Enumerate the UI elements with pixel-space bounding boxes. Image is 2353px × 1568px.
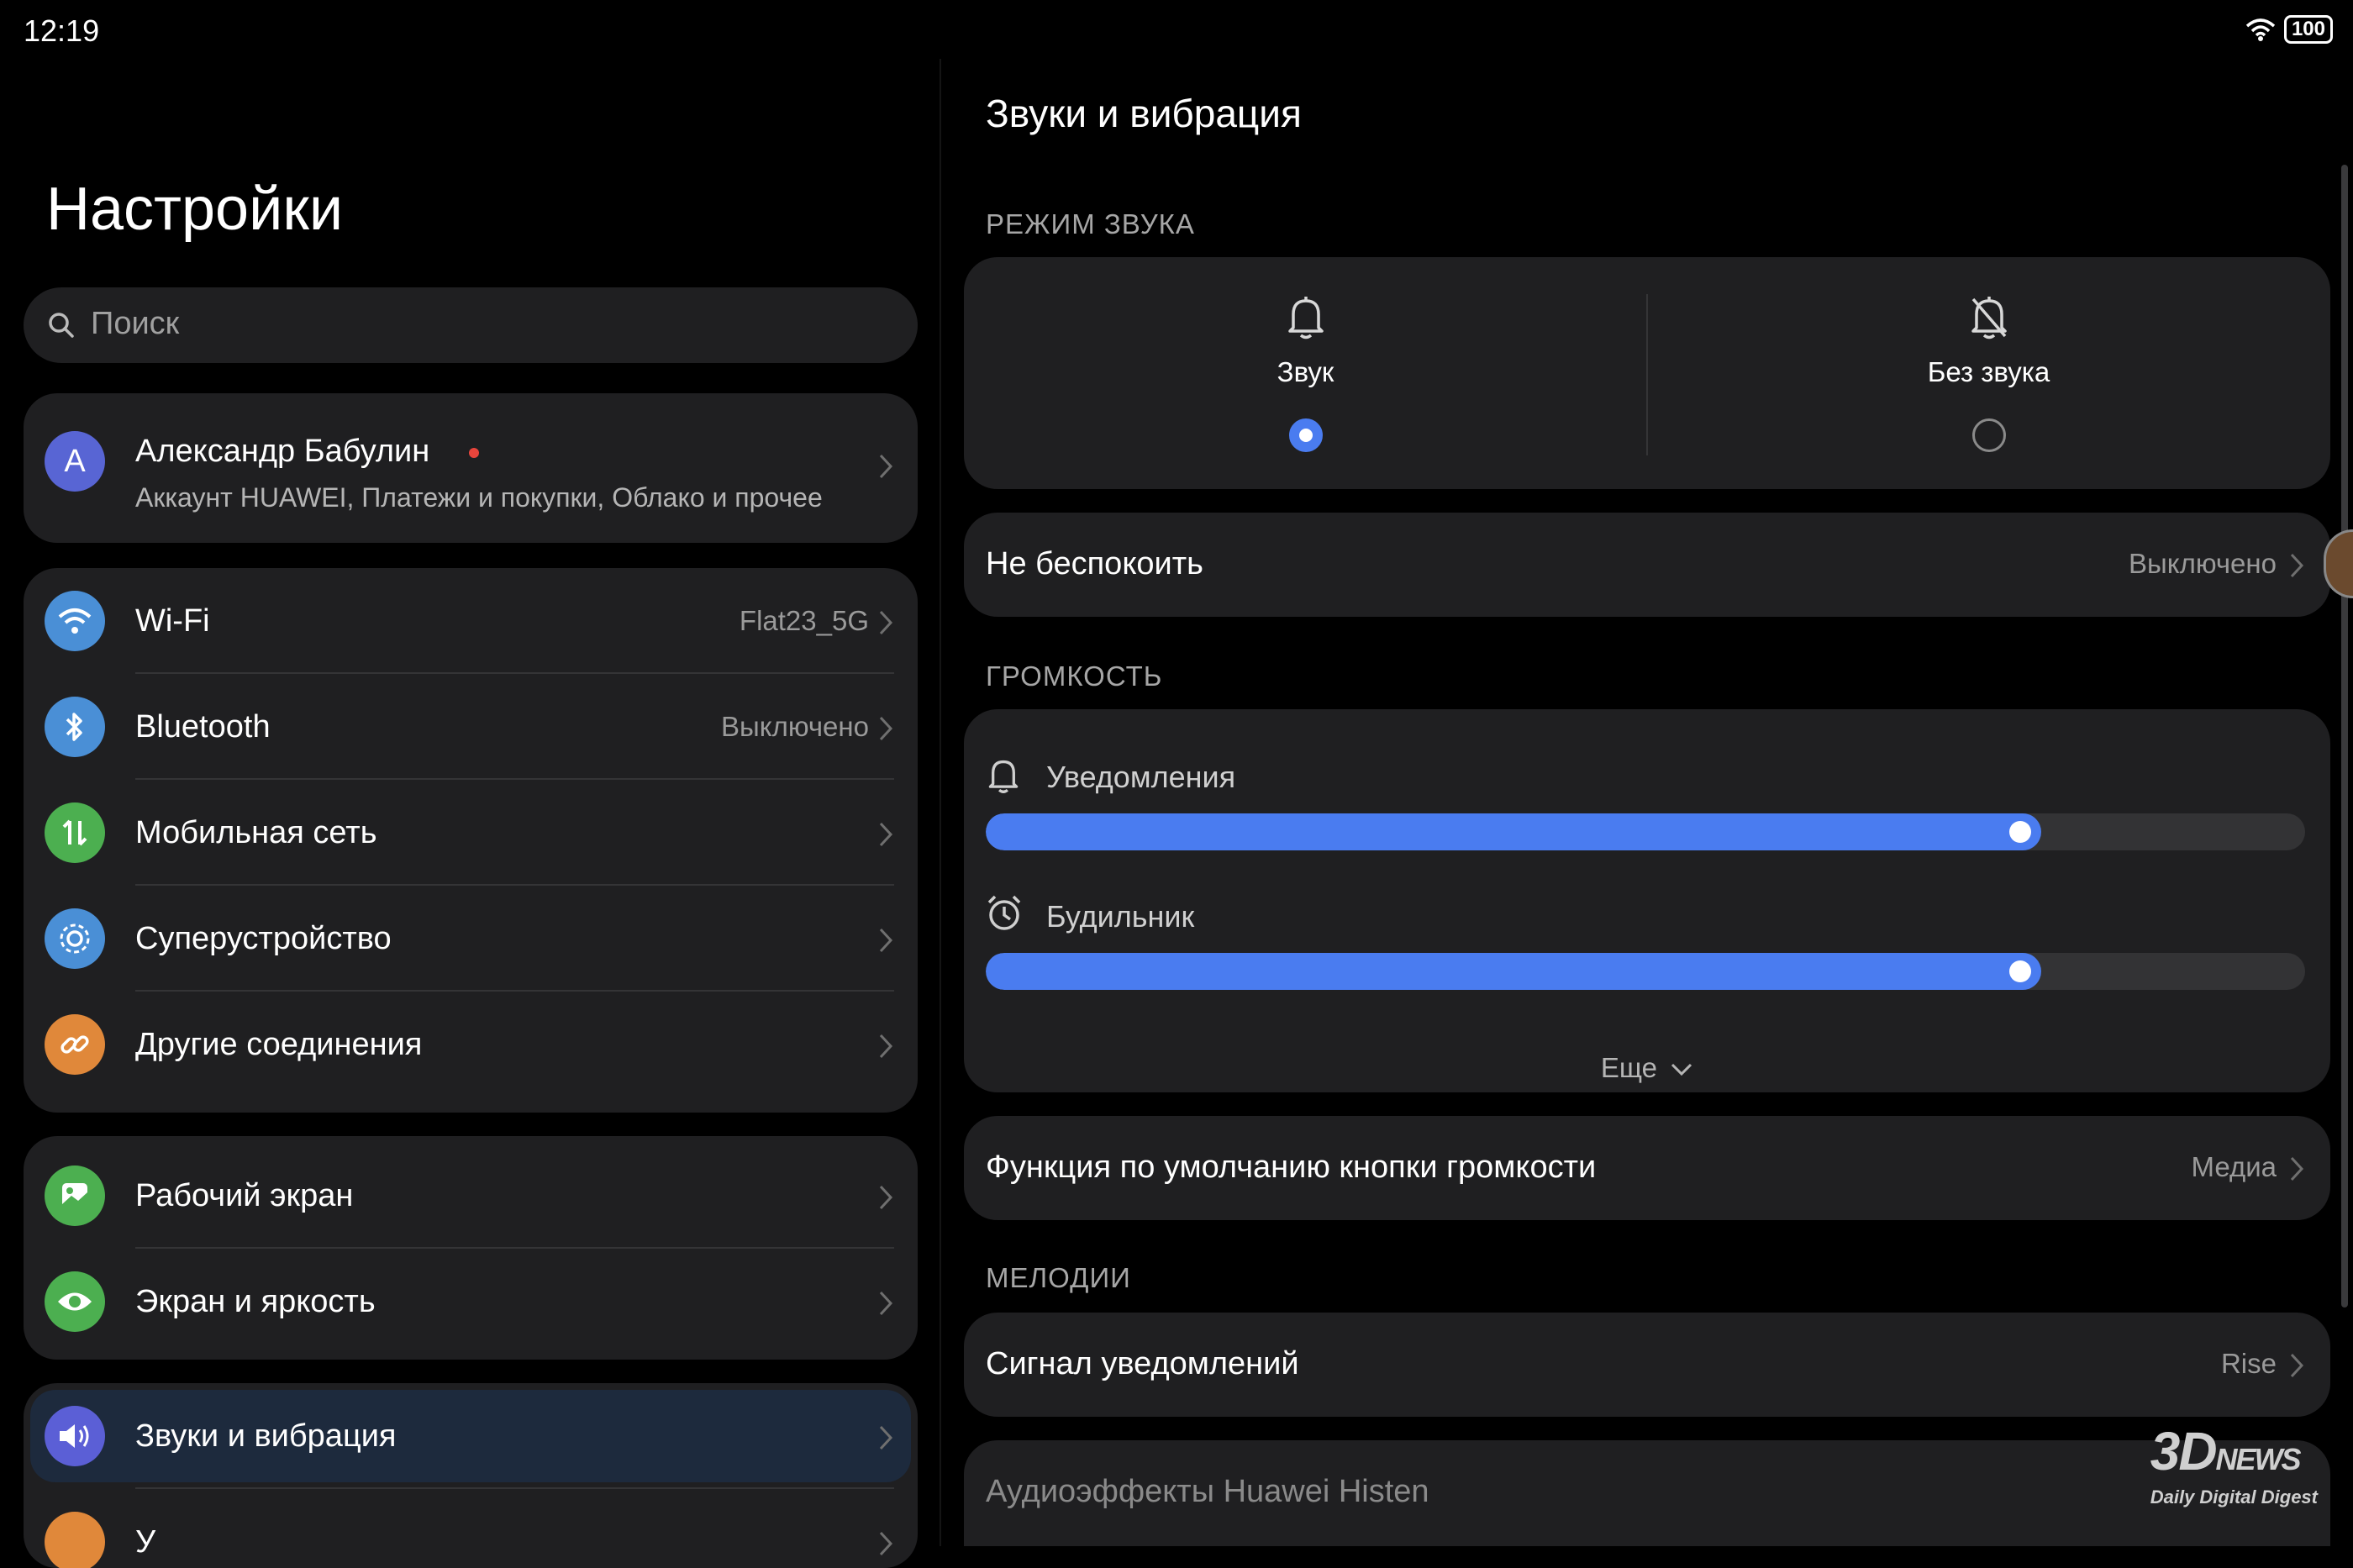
volume-alarm-knob[interactable] (2009, 960, 2031, 982)
chevron-right-icon (2290, 1156, 2304, 1181)
bluetooth-icon (45, 697, 105, 757)
sidebar-item-label: Wi-Fi (135, 603, 210, 639)
sidebar-item-next[interactable]: У (24, 1489, 918, 1568)
mobile-data-icon (45, 802, 105, 863)
bell-icon (988, 760, 1019, 793)
chevron-right-icon (879, 1425, 893, 1450)
mode-sound-radio[interactable] (1288, 418, 1323, 452)
sidebar-item-bluetooth[interactable]: Bluetooth Выключено (24, 674, 918, 780)
volume-alarm-fill (986, 953, 2041, 990)
dnd-label: Не беспокоить (986, 546, 1203, 581)
sidebar-item-label: Мобильная сеть (135, 815, 377, 850)
notification-tone-row[interactable]: Сигнал уведомлений Rise (964, 1313, 2330, 1417)
chevron-right-icon (879, 822, 893, 847)
chevron-right-icon (2290, 553, 2304, 578)
volume-alarm-label: Будильник (1046, 899, 1195, 934)
volume-button-value: Медиа (2191, 1151, 2277, 1182)
mode-silent-label: Без звука (1927, 356, 2050, 387)
notification-tone-value: Rise (2220, 1348, 2277, 1379)
sound-card: Звуки и вибрация У (24, 1383, 918, 1568)
scrollbar[interactable] (2341, 165, 2348, 1308)
sidebar-item-label: Суперустройство (135, 921, 392, 956)
status-icons: 100 (2245, 15, 2333, 44)
sidebar-item-wifi[interactable]: Wi-Fi Flat23_5G (24, 568, 918, 674)
status-time: 12:19 (24, 13, 100, 48)
wifi-network-name: Flat23_5G (739, 605, 869, 636)
sound-mode-card: Звук Без звука (964, 257, 2330, 489)
sidebar-item-label: Bluetooth (135, 709, 271, 745)
detail-title: Звуки и вибрация (986, 92, 1302, 135)
sidebar-item-super-device[interactable]: Суперустройство (24, 886, 918, 992)
volume-notifications-fill (986, 813, 2041, 850)
super-device-icon (45, 908, 105, 969)
audio-effects-label: Аудиоэффекты Huawei Histen (986, 1474, 1429, 1509)
section-header-volume: ГРОМКОСТЬ (986, 660, 1163, 692)
volume-button-label: Функция по умолчанию кнопки громкости (986, 1150, 1597, 1185)
battery-indicator: 100 (2283, 15, 2333, 44)
avatar: А (45, 431, 105, 492)
search-input[interactable]: Поиск (24, 287, 918, 363)
sidebar-item-mobile-network[interactable]: Мобильная сеть (24, 780, 918, 886)
account-subtitle: Аккаунт HUAWEI, Платежи и покупки, Облак… (135, 482, 823, 513)
section-header-sound-mode: РЕЖИМ ЗВУКА (986, 208, 1195, 239)
mode-silent-radio[interactable] (1971, 418, 2006, 452)
sidebar-item-label: Рабочий экран (135, 1178, 354, 1213)
dnd-row[interactable]: Не беспокоить Выключено (964, 513, 2330, 617)
chevron-right-icon (879, 610, 893, 635)
chevron-right-icon (879, 928, 893, 953)
volume-notifications-knob[interactable] (2009, 821, 2031, 843)
bell-icon (1287, 297, 1324, 339)
speaker-icon (45, 1406, 105, 1466)
link-icon (45, 1014, 105, 1075)
mode-sound-option[interactable]: Звук (964, 257, 1647, 489)
account-name: Александр Бабулин (135, 434, 430, 469)
page-title: Настройки (46, 176, 344, 243)
sidebar-item-label: Экран и яркость (135, 1284, 376, 1319)
volume-notifications-slider[interactable] (986, 813, 2305, 850)
chevron-right-icon (879, 1531, 893, 1556)
sidebar-item-label: Звуки и вибрация (135, 1418, 397, 1454)
mode-sound-label: Звук (1277, 356, 1334, 387)
audio-effects-row[interactable]: Аудиоэффекты Huawei Histen (964, 1440, 2330, 1546)
volume-alarm-slider[interactable] (986, 953, 2305, 990)
sidebar-item-other-connections[interactable]: Другие соединения (24, 992, 918, 1097)
chevron-right-icon (2290, 1353, 2304, 1378)
sidebar-item-label: У (135, 1524, 156, 1560)
wifi-status-icon (2245, 18, 2276, 41)
section-header-melodies: МЕЛОДИИ (986, 1262, 1131, 1293)
home-screen-icon (45, 1165, 105, 1226)
search-icon (49, 313, 74, 338)
account-card[interactable]: А Александр Бабулин Аккаунт HUAWEI, Плат… (24, 393, 918, 543)
sidebar-item-label: Другие соединения (135, 1027, 423, 1062)
chevron-right-icon (879, 1291, 893, 1316)
watermark-logo: 3DNEWS Daily Digital Digest (2150, 1421, 2318, 1507)
chevron-right-icon (879, 1034, 893, 1059)
eye-icon (45, 1271, 105, 1332)
volume-card: Уведомления Будильник Еще (964, 709, 2330, 1092)
more-button[interactable]: Еще (964, 1052, 2330, 1084)
chevron-right-icon (879, 1185, 893, 1210)
pane-divider (940, 59, 941, 1546)
bell-off-icon (1971, 297, 2007, 339)
search-placeholder: Поиск (91, 306, 180, 341)
mode-silent-option[interactable]: Без звука (1647, 257, 2330, 489)
volume-button-row[interactable]: Функция по умолчанию кнопки громкости Ме… (964, 1116, 2330, 1220)
notification-tone-label: Сигнал уведомлений (986, 1346, 1299, 1381)
chevron-down-icon (1671, 1064, 1692, 1076)
sidebar-item-home-screen[interactable]: Рабочий экран (24, 1143, 918, 1249)
chevron-right-icon (879, 716, 893, 741)
dnd-value: Выключено (2129, 548, 2277, 579)
sidebar-item-sound[interactable]: Звуки и вибрация (24, 1383, 918, 1489)
more-label: Еще (1600, 1052, 1657, 1083)
alarm-clock-icon (987, 895, 1021, 930)
sidebar-item-display-brightness[interactable]: Экран и яркость (24, 1249, 918, 1355)
volume-notifications-label: Уведомления (1046, 760, 1236, 794)
wifi-icon (45, 591, 105, 651)
next-item-icon (45, 1512, 105, 1568)
display-card: Рабочий экран Экран и яркость (24, 1136, 918, 1360)
notification-dot (469, 448, 479, 458)
chevron-right-icon (879, 454, 893, 479)
network-card: Wi-Fi Flat23_5G Bluetooth Выключено Моби… (24, 568, 918, 1113)
bluetooth-status: Выключено (721, 711, 869, 742)
